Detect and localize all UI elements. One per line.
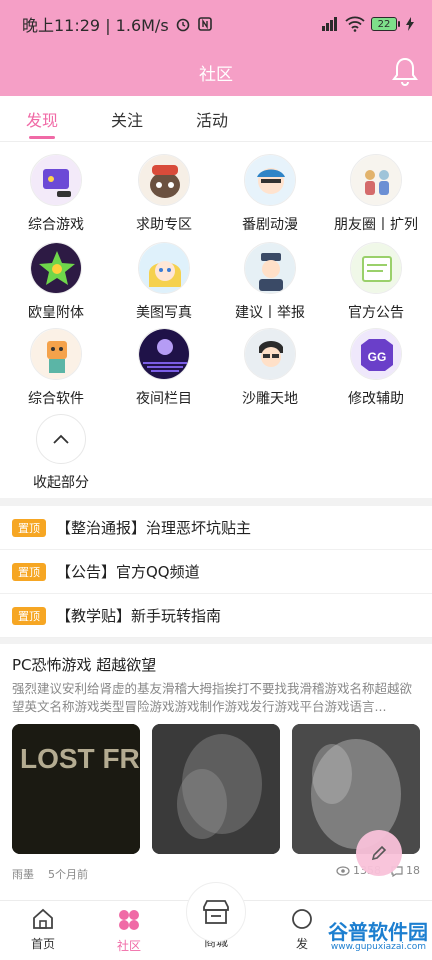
tab-bar: 发现 关注 活动	[0, 96, 432, 142]
category-label: 建议丨举报	[235, 305, 305, 321]
category-avatar	[244, 328, 296, 380]
category-item[interactable]: 夜间栏目	[110, 328, 218, 414]
category-avatar	[30, 154, 82, 206]
pencil-icon	[371, 845, 387, 861]
post-image[interactable]	[292, 724, 420, 854]
category-label: 综合游戏	[28, 217, 84, 233]
watermark-logo: 谷普软件园	[328, 920, 428, 944]
category-avatar	[350, 242, 402, 294]
category-avatar	[138, 242, 190, 294]
category-item[interactable]: 建议丨举报	[216, 242, 324, 328]
chevron-up-icon	[36, 414, 86, 464]
post-image[interactable]: LOST FROM BEYOND	[12, 724, 140, 854]
category-label: 综合软件	[28, 391, 84, 407]
community-icon	[119, 910, 139, 930]
collapse-label: 收起部分	[33, 475, 89, 491]
bell-icon[interactable]	[392, 56, 418, 86]
category-item[interactable]: 综合软件	[2, 328, 110, 414]
category-avatar	[30, 242, 82, 294]
page-title: 社区	[199, 64, 233, 85]
post-title: PC恐怖游戏 超越欲望	[12, 656, 157, 674]
pinned-title: 【教学贴】新手玩转指南	[56, 607, 222, 625]
category-avatar: GG	[350, 328, 402, 380]
collapse-button[interactable]: 收起部分	[22, 414, 100, 494]
category-label: 番剧动漫	[242, 217, 298, 233]
category-item[interactable]: 官方公告	[322, 242, 430, 328]
category-avatar	[138, 154, 190, 206]
thumb-text: LOST FROM BEYOND	[20, 743, 140, 774]
category-avatar	[350, 154, 402, 206]
nav-label: 首页	[30, 937, 55, 951]
eye-icon	[336, 865, 350, 876]
category-item[interactable]: 美图写真	[110, 242, 218, 328]
nav-community[interactable]: 社区	[89, 907, 169, 959]
pinned-title: 【整治通报】治理恶坏坑贴主	[56, 519, 252, 537]
pinned-post[interactable]: 置顶 【整治通报】治理恶坏坑贴主	[0, 506, 432, 550]
category-avatar	[244, 154, 296, 206]
category-item[interactable]: 沙雕天地	[216, 328, 324, 414]
category-avatar	[30, 328, 82, 380]
nfc-icon	[197, 17, 212, 31]
category-label: 求助专区	[136, 217, 192, 233]
category-avatar	[244, 242, 296, 294]
signal-icon	[322, 17, 337, 31]
category-item[interactable]: 欧皇附体	[2, 242, 110, 328]
svg-text:GG: GG	[368, 350, 387, 364]
category-label: 夜间栏目	[136, 391, 192, 407]
category-item[interactable]: 求助专区	[110, 154, 218, 240]
store-icon	[203, 900, 229, 924]
mall-center-button[interactable]	[186, 882, 246, 942]
battery-level: 22	[371, 17, 397, 31]
pinned-title: 【公告】官方QQ频道	[56, 563, 200, 581]
pinned-post[interactable]: 置顶 【教学贴】新手玩转指南	[0, 594, 432, 638]
post-time: 5个月前	[48, 868, 88, 881]
tab-events[interactable]: 活动	[196, 96, 228, 142]
status-time: 晚上11:29 | 1.6M/s	[22, 16, 169, 35]
category-avatar	[138, 328, 190, 380]
category-item[interactable]: 朋友圈丨扩列	[322, 154, 430, 240]
category-item[interactable]: 番剧动漫	[216, 154, 324, 240]
compose-button[interactable]	[356, 830, 402, 876]
category-label: 官方公告	[348, 305, 404, 321]
wifi-icon	[345, 16, 365, 32]
alarm-icon	[176, 18, 189, 32]
category-label: 沙雕天地	[242, 391, 298, 407]
status-bar: 晚上11:29 | 1.6M/s 22	[0, 0, 432, 48]
home-icon	[33, 908, 53, 929]
pinned-post[interactable]: 置顶 【公告】官方QQ频道	[0, 550, 432, 594]
battery-indicator: 22	[371, 17, 400, 31]
category-label: 美图写真	[136, 305, 192, 321]
pinned-badge: 置顶	[12, 518, 46, 537]
nav-label: 发	[295, 937, 308, 951]
watermark-url: www.gupuxiazai.com	[330, 942, 426, 952]
comments-count: 18	[406, 864, 420, 877]
top-bar: 晚上11:29 | 1.6M/s 22 社区	[0, 0, 432, 96]
pinned-badge: 置顶	[12, 562, 46, 581]
category-item[interactable]: 综合游戏	[2, 154, 110, 240]
post-author[interactable]: 雨墨	[12, 866, 34, 882]
category-label: 修改辅助	[348, 391, 404, 407]
category-label: 朋友圈丨扩列	[334, 217, 418, 233]
nav-label: 社区	[116, 939, 141, 953]
tab-discover[interactable]: 发现	[26, 96, 58, 142]
post-summary: 强烈建议安利给肾虚的基友滑稽大拇指挨打不要找我滑稽游戏名称超越欲望英文名称游戏类…	[12, 681, 413, 714]
category-item[interactable]: GG 修改辅助	[322, 328, 430, 414]
category-label: 欧皇附体	[28, 305, 84, 321]
section-divider	[0, 498, 432, 506]
tab-follow[interactable]: 关注	[111, 96, 143, 142]
pinned-badge: 置顶	[12, 606, 46, 625]
post-meta: 雨墨 5个月前	[12, 866, 88, 882]
nav-home[interactable]: 首页	[3, 907, 83, 959]
charging-icon	[406, 17, 414, 31]
post-image[interactable]	[152, 724, 280, 854]
game-icon	[292, 909, 312, 929]
